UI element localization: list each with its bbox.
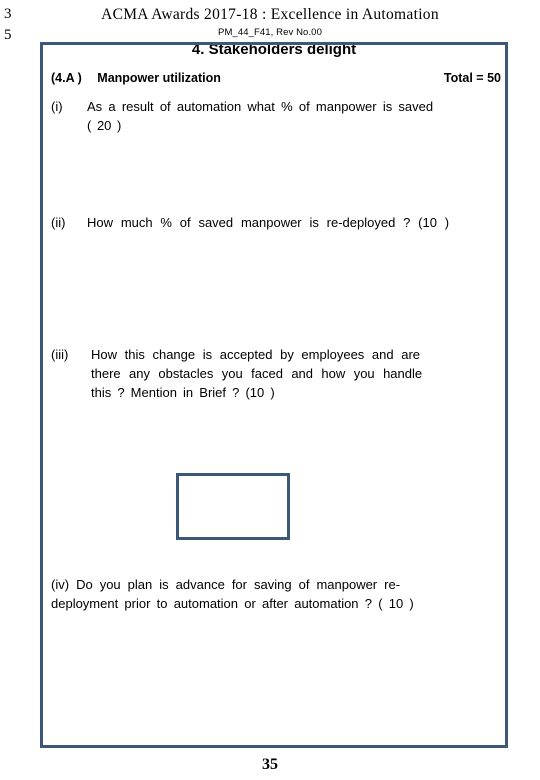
question-line: ( 20 ) — [87, 118, 122, 133]
question-line: this ? Mention in Brief ? (10 ) — [91, 385, 275, 400]
question-number: (i) — [51, 99, 63, 114]
question-number: (ii) — [51, 215, 66, 230]
question-line: (iv) Do you plan is advance for saving o… — [51, 575, 505, 594]
question-line: deployment prior to automation or after … — [51, 596, 414, 611]
question-item: (iv) Do you plan is advance for saving o… — [51, 575, 505, 613]
question-number: (iii) — [51, 347, 69, 362]
page-number: 35 — [262, 756, 278, 773]
question-item: (ii) How much % of saved manpower is re-… — [51, 213, 505, 232]
question-text: (iv) Do you plan is advance for saving o… — [51, 575, 505, 613]
question-line: How this change is accepted by employees… — [91, 347, 421, 362]
question-item: (i) As a result of automation what % of … — [51, 97, 505, 135]
question-line: there any obstacles you faced and how yo… — [91, 366, 423, 381]
question-text: As a result of automation what % of manp… — [87, 97, 505, 135]
document-title: ACMA Awards 2017-18 : Excellence in Auto… — [101, 6, 439, 23]
section-title: 4. Stakeholders delight — [191, 42, 357, 58]
answer-box[interactable] — [176, 473, 290, 540]
question-number: (iv) — [51, 577, 70, 592]
question-text: How this change is accepted by employees… — [91, 345, 499, 402]
document-header: ACMA Awards 2017-18 : Excellence in Auto… — [0, 6, 540, 38]
subsection-name: Manpower utilization — [97, 71, 221, 85]
subsection-total-marks: Total = 50 — [443, 71, 501, 85]
question-text: How much % of saved manpower is re-deplo… — [87, 213, 505, 232]
question-item: (iii) How this change is accepted by emp… — [51, 345, 499, 402]
question-line: As a result of automation what % of manp… — [87, 99, 434, 114]
question-line-text: Do you plan is advance for saving of man… — [76, 577, 401, 592]
subsection-header: (4.A ) Manpower utilization Total = 50 — [51, 71, 503, 85]
section-frame: 4. Stakeholders delight (4.A ) Manpower … — [40, 42, 508, 748]
document-form-code: PM_44_F41, Rev No.00 — [218, 27, 322, 38]
subsection-code: (4.A ) — [51, 71, 82, 85]
question-line: How much % of saved manpower is re-deplo… — [87, 215, 450, 230]
